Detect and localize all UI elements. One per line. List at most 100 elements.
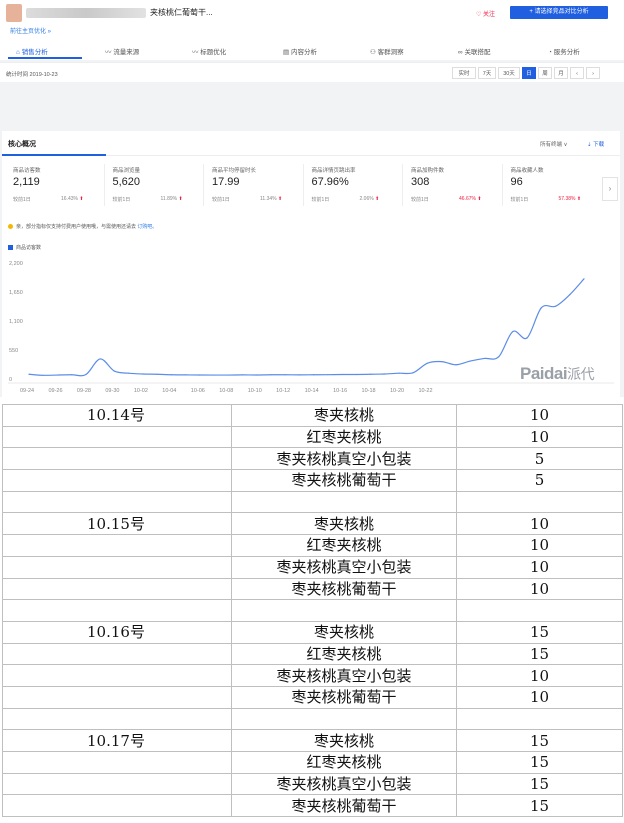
tab-customer-insight[interactable]: ⚇ 客群洞察 — [370, 46, 404, 56]
download-button[interactable]: ⇣ 下载 — [587, 140, 604, 148]
product-cell: 红枣夹核桃 — [231, 642, 457, 666]
tab-related-match[interactable]: ∞ 关联搭配 — [458, 46, 490, 56]
y-tick-label: 1,100 — [9, 319, 23, 325]
chart-legend[interactable]: 商品访客数 — [8, 244, 41, 251]
data-point — [384, 373, 386, 375]
metric-name: 商品平均停留时长 — [212, 168, 257, 174]
table-row: 红枣夹核桃 15 — [2, 751, 623, 774]
date-cell — [2, 794, 232, 818]
quantity-cell: 10 — [456, 577, 623, 601]
product-cell: 枣夹核桃真空小包装 — [231, 772, 457, 796]
product-thumbnail — [6, 4, 22, 22]
date-cell — [2, 751, 232, 774]
table-row: 红枣夹核桃 10 — [2, 425, 623, 449]
data-point — [540, 307, 542, 309]
metric-change-pct: 16.43% — [61, 196, 78, 202]
quantity-cell: 10 — [456, 685, 623, 709]
quantity-cell: 15 — [456, 794, 623, 818]
data-point — [441, 361, 443, 363]
tab-sales-analysis[interactable]: ⌂ 销售分析 — [16, 46, 48, 56]
product-cell: 枣夹核桃葡萄干 — [231, 577, 457, 601]
metric-change-pct: 11.34% — [260, 196, 277, 202]
x-tick-label: 10-08 — [219, 388, 233, 394]
metric-change: 46.67% ⬆ — [459, 196, 482, 202]
metric-value: 17.99 — [212, 176, 240, 188]
follow-button[interactable]: ♡ 关注 — [476, 9, 495, 18]
data-point — [199, 374, 201, 376]
x-tick-label: 10-04 — [162, 388, 176, 394]
metrics-next-arrow[interactable]: › — [602, 177, 618, 201]
tab-title-optimize[interactable]: 〰 标题优化 — [192, 46, 226, 56]
date-cell — [2, 772, 232, 796]
empty-cell — [231, 490, 457, 514]
spacer-row — [2, 707, 623, 731]
date-cell — [2, 577, 232, 601]
metric-card[interactable]: 商品详情页跳出率 67.96% 较前1日 2.06% ⬆ — [304, 164, 402, 210]
date-btn-day[interactable]: 日 — [522, 67, 536, 79]
product-cell: 红枣夹核桃 — [231, 751, 457, 774]
metric-compare-label: 较前1日 — [112, 197, 131, 203]
metric-value: 5,620 — [112, 176, 141, 188]
data-point — [156, 373, 158, 375]
data-point — [483, 357, 485, 360]
up-arrow-icon: ⬆ — [178, 196, 183, 202]
tab-content-analysis[interactable]: ▤ 内容分析 — [283, 46, 317, 56]
product-cell: 枣夹核桃真空小包装 — [231, 555, 457, 579]
date-cell — [2, 685, 232, 709]
metric-change-pct: 11.89% — [160, 196, 178, 202]
date-cell: 10.16号 — [2, 620, 232, 644]
metric-card[interactable]: 商品访客数 2,119 较前1日 16.43% ⬆ — [5, 164, 103, 210]
product-cell: 枣夹核桃真空小包装 — [231, 664, 457, 687]
date-btn-realtime[interactable]: 实时 — [452, 67, 476, 79]
metric-card[interactable]: 商品收藏人数 96 较前1日 57.38% ⬆ — [503, 164, 601, 210]
metric-separator — [402, 164, 403, 206]
all-terminals-dropdown[interactable]: 所有终端 ∨ — [540, 140, 568, 148]
compare-competitor-button[interactable]: + 请选择竞品对比分析 — [510, 6, 608, 19]
top-bar: 夹核桃仁葡萄干... 前往主页优化 » ♡ 关注 + 请选择竞品对比分析 ⌂ 销… — [0, 0, 624, 60]
table-row: 枣夹核桃葡萄干 10 — [2, 577, 623, 601]
metric-value: 67.96% — [311, 176, 349, 188]
product-cell: 枣夹核桃葡萄干 — [231, 685, 457, 709]
product-cell: 红枣夹核桃 — [231, 425, 457, 449]
x-tick-label: 10-22 — [418, 388, 432, 394]
tab-traffic-source[interactable]: 〰 流量来源 — [105, 46, 139, 56]
date-cell — [2, 469, 232, 492]
date-btn-next[interactable]: › — [586, 67, 600, 79]
quantity-cell: 15 — [456, 620, 623, 644]
data-point — [170, 374, 172, 376]
empty-cell — [2, 599, 232, 622]
blurred-product-name — [26, 8, 146, 18]
metric-card[interactable]: 商品平均停留时长 17.99 较前1日 11.34% ⬆ — [204, 164, 302, 210]
data-point — [512, 330, 514, 333]
empty-cell — [456, 707, 623, 731]
data-point — [213, 374, 215, 376]
x-tick-label: 10-20 — [390, 388, 404, 394]
date-btn-month[interactable]: 月 — [554, 67, 568, 79]
quantity-cell: 15 — [456, 729, 623, 752]
home-optimize-link[interactable]: 前往主页优化 » — [10, 26, 51, 35]
date-bar: 统计时间 2019-10-23 实时 7天 30天 日 周 月 ‹ › — [0, 62, 624, 82]
data-point — [142, 373, 144, 375]
legend-label: 商品访客数 — [16, 245, 42, 251]
date-btn-7days[interactable]: 7天 — [478, 67, 496, 79]
product-cell: 枣夹核桃葡萄干 — [231, 469, 457, 492]
data-point — [341, 373, 343, 376]
metric-card[interactable]: 商品浏览量 5,620 较前1日 11.89% ⬆ — [105, 164, 203, 210]
product-cell: 枣夹核桃 — [231, 729, 457, 752]
data-point — [455, 364, 457, 366]
subscribe-link[interactable]: 订购吧。 — [137, 224, 157, 230]
empty-cell — [2, 490, 232, 514]
quantity-cell: 10 — [456, 512, 623, 536]
tab-service-analysis[interactable]: ◔ 服务分析 — [548, 46, 580, 56]
quantity-cell: 10 — [456, 555, 623, 579]
product-cell: 枣夹核桃 — [231, 404, 457, 427]
empty-cell — [2, 707, 232, 731]
metric-card[interactable]: 商品加购件数 308 较前1日 46.67% ⬆ — [403, 164, 501, 210]
date-btn-30days[interactable]: 30天 — [498, 67, 520, 79]
table-row: 枣夹核桃葡萄干 5 — [2, 469, 623, 492]
date-btn-week[interactable]: 周 — [538, 67, 552, 79]
data-point — [241, 374, 244, 376]
data-point — [569, 294, 571, 296]
date-btn-prev[interactable]: ‹ — [570, 67, 584, 79]
date-cell — [2, 425, 232, 449]
